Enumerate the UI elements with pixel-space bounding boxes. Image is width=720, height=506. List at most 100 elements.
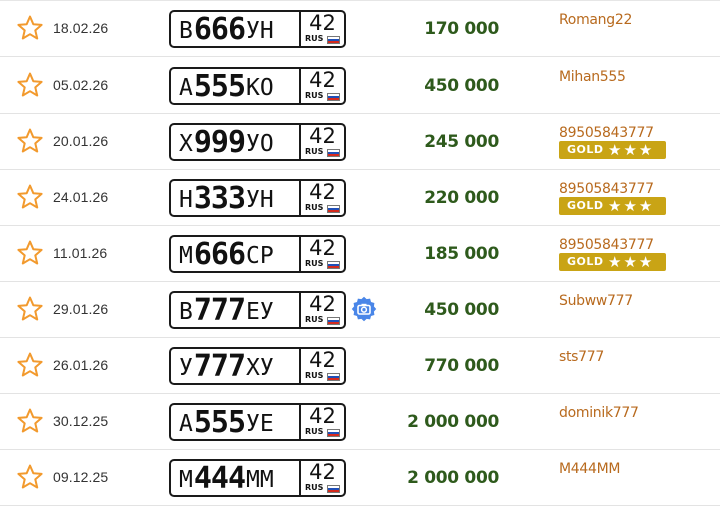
plate-letter: А: [179, 75, 193, 101]
star-outline-icon[interactable]: [17, 240, 43, 265]
country-code: RUS: [305, 371, 324, 380]
seller-link[interactable]: M444MM: [559, 461, 620, 477]
region-code: 42: [309, 124, 336, 148]
listing-price: 2 000 000: [407, 468, 499, 488]
listing-row[interactable]: 26.01.26 У 777 ХУ 42 RUS 770 000 sts777: [0, 338, 720, 394]
plate-number: Х 999 УО: [171, 125, 301, 159]
license-plate[interactable]: М 444 ММ 42 RUS: [169, 459, 346, 497]
listing-row[interactable]: 18.02.26 В 666 УН 42 RUS 170 000 Romang22: [0, 1, 720, 57]
listing-row[interactable]: 09.12.25 М 444 ММ 42 RUS 2 000 000 M444MM: [0, 450, 720, 506]
plate-letters: КО: [246, 75, 274, 101]
plate-letter: М: [179, 467, 193, 493]
plate-letters: УЕ: [246, 411, 274, 437]
plate-letter: В: [179, 18, 193, 44]
license-plate[interactable]: В 777 ЕУ 42 RUS: [169, 291, 346, 329]
gold-badge-label: GOLD: [567, 255, 604, 268]
plate-letter: Х: [179, 131, 193, 157]
license-plate[interactable]: А 555 УЕ 42 RUS: [169, 403, 346, 441]
plate-digits: 777: [193, 349, 246, 384]
plate-letter: У: [179, 355, 193, 381]
star-outline-icon[interactable]: [17, 128, 43, 153]
license-plate[interactable]: Н 333 УН 42 RUS: [169, 179, 346, 217]
seller-link[interactable]: Mihan555: [559, 69, 626, 85]
plate-number: А 555 УЕ: [171, 405, 301, 439]
plate-number: Н 333 УН: [171, 181, 301, 215]
plate-letters: УН: [246, 187, 274, 213]
star-outline-icon[interactable]: [17, 72, 43, 97]
listing-date: 05.02.26: [53, 77, 109, 93]
russian-flag-icon: [327, 93, 340, 101]
russian-flag-icon: [327, 36, 340, 44]
listing-row[interactable]: 20.01.26 Х 999 УО 42 RUS 245 000 89505843777 GOL…: [0, 114, 720, 170]
star-outline-icon[interactable]: [17, 408, 43, 433]
star-outline-icon[interactable]: [17, 352, 43, 377]
license-plate[interactable]: Х 999 УО 42 RUS: [169, 123, 346, 161]
listing-row[interactable]: 11.01.26 М 666 СР 42 RUS 185 000 89505843777 GOL…: [0, 226, 720, 282]
region-code: 42: [309, 180, 336, 204]
listing-date: 11.01.26: [53, 245, 108, 261]
region-code: 42: [309, 68, 336, 92]
star-outline-icon[interactable]: [17, 15, 43, 40]
listing-date: 18.02.26: [53, 20, 109, 36]
seller-link[interactable]: sts777: [559, 349, 604, 365]
star-outline-icon[interactable]: [17, 464, 43, 489]
gold-stars: ★★★: [608, 253, 655, 271]
license-plate[interactable]: А 555 КО 42 RUS: [169, 67, 346, 105]
camera-icon[interactable]: [351, 296, 377, 322]
license-plate[interactable]: М 666 СР 42 RUS: [169, 235, 346, 273]
star-outline-icon[interactable]: [17, 184, 43, 209]
plate-listings: 18.02.26 В 666 УН 42 RUS 170 000 Romang22 05.02.…: [0, 0, 720, 506]
listing-price: 170 000: [424, 19, 499, 39]
star-outline-icon[interactable]: [17, 296, 43, 321]
listing-price: 450 000: [424, 300, 499, 320]
plate-number: А 555 КО: [171, 69, 301, 103]
country-code: RUS: [305, 483, 324, 492]
country-code: RUS: [305, 203, 324, 212]
plate-region: 42 RUS: [301, 12, 344, 46]
russian-flag-icon: [327, 261, 340, 269]
plate-letter: М: [179, 243, 193, 269]
country-code: RUS: [305, 259, 324, 268]
plate-letters: ММ: [246, 467, 274, 493]
country-code: RUS: [305, 91, 324, 100]
seller-link[interactable]: dominik777: [559, 405, 639, 421]
seller-link[interactable]: Subww777: [559, 293, 633, 309]
russian-flag-icon: [327, 205, 340, 213]
region-code: 42: [309, 292, 336, 316]
plate-letters: СР: [246, 243, 274, 269]
listing-row[interactable]: 29.01.26 В 777 ЕУ 42 RUS 450 000 Subww777: [0, 282, 720, 338]
gold-badge: GOLD ★★★: [559, 141, 666, 159]
listing-price: 450 000: [424, 76, 499, 96]
russian-flag-icon: [327, 149, 340, 157]
plate-number: В 777 ЕУ: [171, 293, 301, 327]
plate-region: 42 RUS: [301, 181, 344, 215]
region-code: 42: [309, 236, 336, 260]
listing-price: 185 000: [424, 244, 499, 264]
listing-price: 220 000: [424, 188, 499, 208]
plate-region: 42 RUS: [301, 293, 344, 327]
plate-digits: 777: [193, 293, 246, 328]
listing-row[interactable]: 24.01.26 Н 333 УН 42 RUS 220 000 89505843777 GOL…: [0, 170, 720, 226]
plate-letter: А: [179, 411, 193, 437]
plate-region: 42 RUS: [301, 69, 344, 103]
country-code: RUS: [305, 147, 324, 156]
listing-date: 09.12.25: [53, 469, 109, 485]
license-plate[interactable]: У 777 ХУ 42 RUS: [169, 347, 346, 385]
gold-badge: GOLD ★★★: [559, 253, 666, 271]
seller-link[interactable]: 89505843777: [559, 181, 654, 197]
seller-link[interactable]: Romang22: [559, 12, 632, 28]
listing-row[interactable]: 05.02.26 А 555 КО 42 RUS 450 000 Mihan555: [0, 58, 720, 114]
plate-letters: ЕУ: [246, 299, 274, 325]
license-plate[interactable]: В 666 УН 42 RUS: [169, 10, 346, 48]
listing-row[interactable]: 30.12.25 А 555 УЕ 42 RUS 2 000 000 dominik777: [0, 394, 720, 450]
plate-number: В 666 УН: [171, 12, 301, 46]
plate-number: М 666 СР: [171, 237, 301, 271]
plate-region: 42 RUS: [301, 405, 344, 439]
plate-digits: 333: [193, 181, 246, 216]
gold-stars: ★★★: [608, 141, 655, 159]
plate-number: У 777 ХУ: [171, 349, 301, 383]
region-code: 42: [309, 348, 336, 372]
seller-link[interactable]: 89505843777: [559, 125, 654, 141]
seller-link[interactable]: 89505843777: [559, 237, 654, 253]
country-code: RUS: [305, 34, 324, 43]
